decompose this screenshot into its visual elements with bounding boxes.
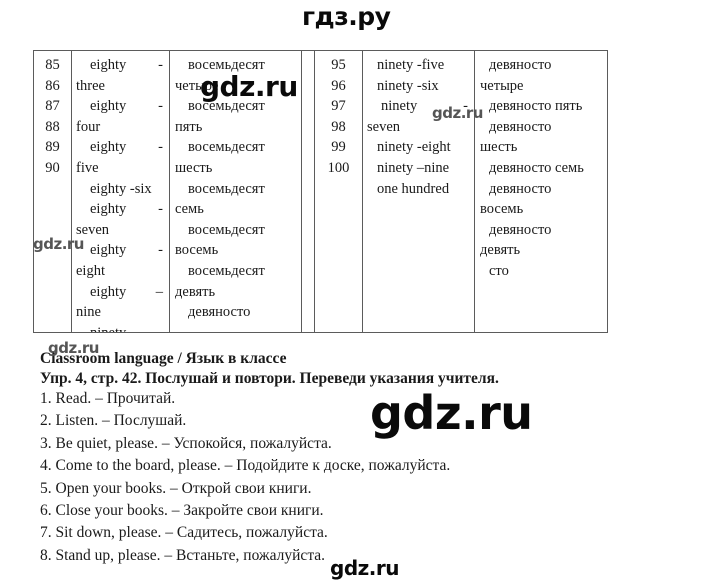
table-cell-russian: девяносто [188, 304, 251, 321]
table-cell-number: 87 [45, 98, 60, 115]
table-cell-number: 88 [45, 118, 60, 135]
table-cell-russian: восемь [480, 201, 524, 218]
table-cell-english: ninety –nine [377, 159, 450, 176]
right-english-column: ninety -five ninety -six ninety - seven ninet… [362, 51, 474, 332]
hyphen-mark: - [158, 98, 163, 115]
phrase-item: 3. Be quiet, please. – Успокойся, пожалу… [40, 434, 332, 452]
english-word: ninety [381, 98, 418, 115]
table-cell-number: 97 [331, 98, 346, 115]
table-cell-english: four [76, 118, 101, 135]
table-cell-number: 100 [327, 159, 350, 176]
phrase-item: 2. Listen. – Послушай. [40, 412, 187, 430]
table-cell-english: ninety -six [377, 77, 439, 94]
table-cell-english: eighty - [72, 137, 169, 158]
english-word: eighty [90, 57, 127, 73]
table-cell-russian: пять [175, 118, 203, 135]
watermark-main: gdz.ru [370, 386, 533, 440]
table-cell-english: eighty – [72, 282, 169, 303]
watermark-table-left: gdz.ru [33, 235, 84, 253]
table-cell-russian [170, 323, 301, 332]
table-cell-number [315, 179, 362, 200]
phrase-item: 4. Come to the board, please. – Подойдит… [40, 457, 451, 475]
table-cell-russian: девяносто [489, 221, 552, 238]
table-cell-russian: восемьдесят [188, 139, 265, 156]
table-cell-english: ninety -five [377, 57, 445, 73]
english-word: eighty [90, 201, 127, 218]
table-cell-russian: девяносто семь [489, 159, 584, 176]
table-cell-russian: четыре [480, 77, 524, 94]
english-word: eighty [90, 98, 127, 115]
table-cell-russian: девяносто пять [489, 98, 583, 115]
table-cell-english: nine [76, 304, 101, 321]
table-cell-number: 85 [45, 57, 60, 73]
table-cell-number [34, 261, 71, 282]
phrase-item: 7. Sit down, please. – Садитесь, пожалуй… [40, 524, 328, 542]
table-cell-english: eighty -six [90, 180, 152, 197]
table-cell-russian: шесть [480, 139, 518, 156]
classroom-language-section: Classroom language / Язык в классе Упр. … [40, 349, 680, 567]
table-cell-number: 95 [331, 57, 346, 73]
watermark-table-right: gdz.ru [432, 104, 483, 122]
vocabulary-table-right: 95 96 97 98 99 100 ninety -five ninety -six nin… [315, 51, 607, 332]
watermark-table-center: gdz.ru [200, 70, 298, 103]
table-cell-english: eighty - [72, 96, 169, 117]
table-separator-column [301, 51, 315, 332]
phrase-item: 6. Close your books. – Закройте свои кни… [40, 502, 324, 520]
hyphen-mark: - [158, 57, 163, 73]
table-cell-russian: восемь [175, 242, 219, 259]
hyphen-mark: - [158, 201, 163, 218]
table-cell-english: ninety [72, 323, 169, 332]
left-number-column: 85 86 87 88 89 90 [34, 51, 71, 332]
section-title: Classroom language / Язык в классе [40, 350, 287, 367]
watermark-top: гдз.ру [302, 2, 391, 31]
table-cell-number: 98 [331, 118, 346, 135]
hyphen-mark: - [158, 139, 163, 156]
table-cell-number [34, 179, 71, 200]
table-cell-russian: девяносто [489, 180, 552, 197]
table-cell-russian: восемьдесят [188, 221, 265, 238]
watermark-below-table: gdz.ru [48, 339, 99, 357]
table-cell-russian: девять [480, 242, 521, 259]
table-cell-english: seven [76, 221, 110, 238]
right-number-column: 95 96 97 98 99 100 [315, 51, 362, 332]
watermark-bottom: gdz.ru [330, 556, 399, 580]
table-cell-russian: девять [175, 283, 216, 300]
table-cell-russian: восемьдесят [188, 262, 265, 279]
left-english-column: eighty - three eighty - four eighty - five eighty… [71, 51, 169, 332]
table-cell-number: 96 [331, 77, 346, 94]
exercise-title: Упр. 4, стр. 42. Послушай и повтори. Пер… [40, 369, 499, 387]
table-cell-number [34, 282, 71, 303]
table-cell-number [34, 199, 71, 220]
right-russian-column: девяносто четыре девяносто пять девяносто ше… [474, 51, 607, 332]
vocabulary-tables: 85 86 87 88 89 90 eighty - three eighty - four eigh… [33, 50, 608, 333]
table-cell-english: eighty - [72, 55, 169, 76]
table-cell-russian: девяносто [489, 57, 552, 73]
english-word: eighty [90, 242, 127, 259]
table-cell-russian: девяносто [489, 118, 552, 135]
table-cell-english: eighty - [72, 199, 169, 220]
table-cell-number: 99 [331, 139, 346, 156]
phrase-list: 1. Read. – Прочитай. 2. Listen. – Послуша… [40, 388, 680, 567]
table-cell-english: five [76, 159, 99, 176]
table-cell-number [34, 323, 71, 332]
table-cell-russian: сто [489, 262, 509, 279]
hyphen-mark: – [155, 283, 163, 300]
table-cell-number: 89 [45, 139, 60, 156]
english-word: eighty [90, 139, 127, 156]
table-cell-english: eighty - [72, 240, 169, 261]
table-cell-english: ninety -eight [377, 139, 451, 156]
table-cell-english: eight [76, 262, 105, 279]
table-cell-number [34, 302, 71, 323]
english-word: eighty [90, 283, 127, 300]
table-cell-english: one hundred [377, 180, 450, 197]
table-cell-russian: восемьдесят [188, 180, 265, 197]
table-cell-english: three [76, 77, 105, 94]
table-cell-number: 90 [45, 159, 60, 176]
hyphen-mark: - [158, 242, 163, 259]
table-cell-russian: шесть [175, 159, 213, 176]
table-cell-number: 86 [45, 77, 60, 94]
table-cell-russian: семь [175, 201, 204, 218]
phrase-item: 1. Read. – Прочитай. [40, 390, 176, 407]
phrase-item: 5. Open your books. – Открой свои книги. [40, 479, 312, 497]
